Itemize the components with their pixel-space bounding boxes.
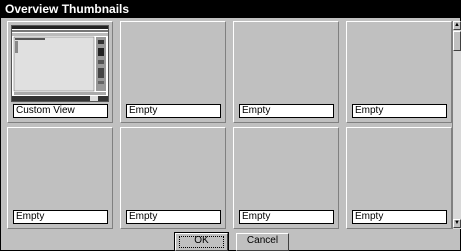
thumbnail-grid: Custom View Empty Empty Empty Empty Empt…: [7, 21, 452, 229]
thumbnail-label[interactable]: Empty: [239, 104, 334, 118]
cancel-button[interactable]: Cancel: [236, 233, 289, 251]
thumbnail-slot-5[interactable]: Empty: [7, 127, 113, 229]
thumbnail-slot-2[interactable]: Empty: [120, 21, 226, 123]
thumbnail-slot-1[interactable]: Custom View: [7, 21, 113, 123]
dialog-title: Overview Thumbnails: [1, 1, 460, 18]
scroll-up-arrow-icon[interactable]: ▲: [453, 21, 461, 30]
thumbnail-slot-8[interactable]: Empty: [346, 127, 452, 229]
custom-view-thumbnail-image: [11, 25, 109, 102]
thumbnail-label[interactable]: Empty: [352, 210, 447, 224]
thumbnail-label[interactable]: Empty: [13, 210, 108, 224]
scrollbar-thumb[interactable]: [453, 31, 461, 51]
thumbnail-slot-6[interactable]: Empty: [120, 127, 226, 229]
thumbnail-slot-3[interactable]: Empty: [233, 21, 339, 123]
overview-thumbnails-dialog: Overview Thumbnails Custom View Empty Em…: [0, 0, 461, 251]
scroll-down-arrow-icon[interactable]: ▼: [453, 219, 461, 228]
thumbnail-slot-7[interactable]: Empty: [233, 127, 339, 229]
thumbnail-label[interactable]: Empty: [239, 210, 334, 224]
vertical-scrollbar[interactable]: ▲ ▼: [452, 21, 461, 229]
thumbnail-label[interactable]: Empty: [126, 210, 221, 224]
focus-rectangle: [179, 236, 224, 248]
thumbnail-slot-4[interactable]: Empty: [346, 21, 452, 123]
ok-button[interactable]: OK: [174, 232, 229, 251]
thumbnail-label[interactable]: Empty: [352, 104, 447, 118]
cancel-button-label: Cancel: [246, 235, 279, 246]
thumbnail-label[interactable]: Custom View: [13, 104, 108, 118]
thumbnail-label[interactable]: Empty: [126, 104, 221, 118]
